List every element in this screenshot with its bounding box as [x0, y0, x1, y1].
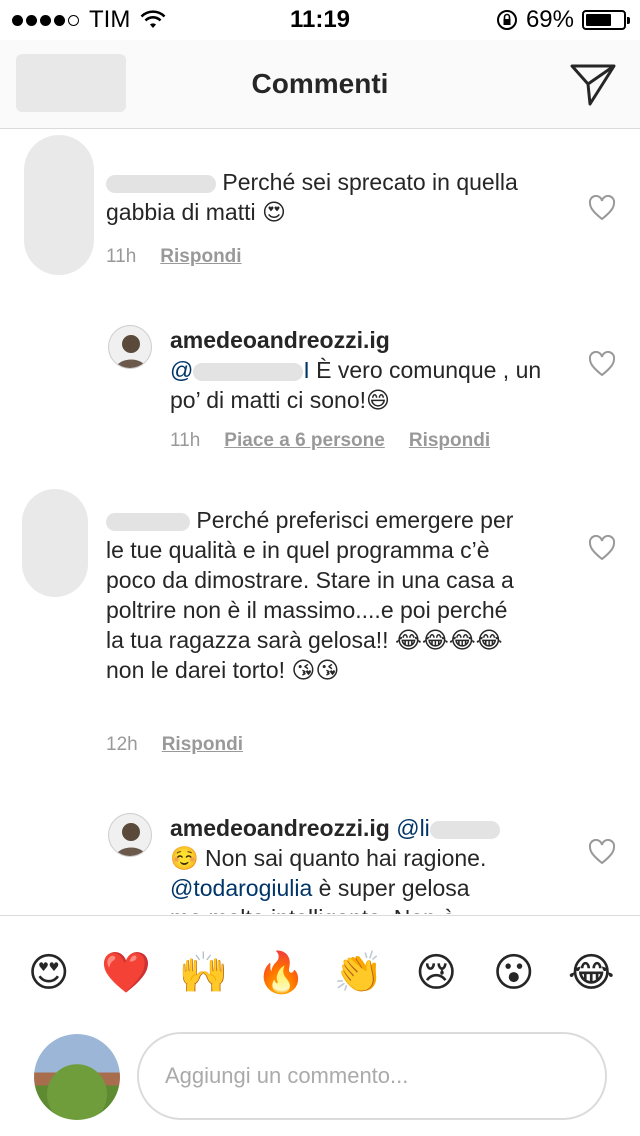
status-right: 69% [496, 6, 630, 34]
comment-meta: 11h Rispondi [106, 246, 242, 268]
mention-link[interactable]: @ I [170, 357, 310, 383]
page-title: Commenti [251, 68, 389, 99]
status-bar: TIM 11:19 69% [0, 0, 640, 40]
comment-text: Perché sei sprecato in quella gabbia di … [106, 169, 518, 225]
comment-input[interactable] [137, 1032, 607, 1120]
avatar[interactable] [108, 325, 152, 369]
emoji-surprised[interactable]: 😮 [483, 950, 545, 996]
emoji-tears-of-joy[interactable]: 😂 [560, 950, 622, 996]
comment-time: 11h [106, 246, 137, 267]
avatar[interactable] [22, 489, 88, 597]
profile-photo [109, 326, 151, 368]
reply-link[interactable]: Rispondi [162, 734, 243, 756]
emoji-clapping[interactable]: 👏 [328, 949, 390, 996]
comment-time: 12h [106, 734, 138, 755]
redacted-username [106, 512, 190, 531]
comment-meta: 11h Piace a 6 persone Rispondi [170, 430, 490, 452]
likes-link[interactable]: Piace a 6 persone [224, 430, 385, 452]
comment-username[interactable]: amedeoandreozzi.ig [170, 815, 390, 841]
comments-list[interactable]: Perché sei sprecato in quella gabbia di … [0, 129, 640, 914]
heart-icon[interactable] [588, 535, 616, 561]
direct-send-icon[interactable] [568, 58, 618, 108]
comment-meta: 12h Rispondi [106, 734, 243, 756]
emoji-fire[interactable]: 🔥 [250, 949, 312, 996]
comment-time: 11h [170, 430, 201, 451]
redacted-username [106, 174, 216, 193]
rotation-lock-icon [496, 10, 517, 30]
mention-link[interactable]: @todarogiulia [170, 875, 312, 901]
mention-link[interactable]: @li [396, 815, 500, 841]
avatar[interactable] [108, 813, 152, 857]
battery-icon [582, 10, 630, 30]
emoji-heart-eyes[interactable]: 😍 [18, 950, 80, 996]
comment-username[interactable]: amedeoandreozzi.ig [170, 327, 390, 353]
reply-link[interactable]: Rispondi [409, 430, 490, 452]
heart-icon[interactable] [588, 195, 616, 221]
current-user-avatar [34, 1034, 120, 1120]
heart-icon[interactable] [588, 839, 616, 865]
comment-text: amedeoandreozzi.ig @li ☺️ Non sai quanto… [170, 813, 550, 914]
battery-percent: 69% [525, 6, 574, 33]
heart-icon[interactable] [588, 351, 616, 377]
emoji-raised-hands[interactable]: 🙌 [173, 949, 235, 996]
reply-link[interactable]: Rispondi [160, 246, 241, 268]
comment-text: Perché preferisci emergere per le tue qu… [106, 507, 514, 683]
navigation-bar: Commenti [0, 40, 640, 129]
avatar[interactable] [24, 135, 94, 275]
emoji-quick-bar: 😍 ❤️ 🙌 🔥 👏 😢 😮 😂 [0, 915, 640, 1029]
emoji-crying[interactable]: 😢 [405, 950, 467, 996]
comment-text: amedeoandreozzi.ig @ I È vero comunque , … [170, 327, 542, 413]
profile-photo [109, 814, 151, 856]
emoji-red-heart[interactable]: ❤️ [95, 949, 157, 996]
